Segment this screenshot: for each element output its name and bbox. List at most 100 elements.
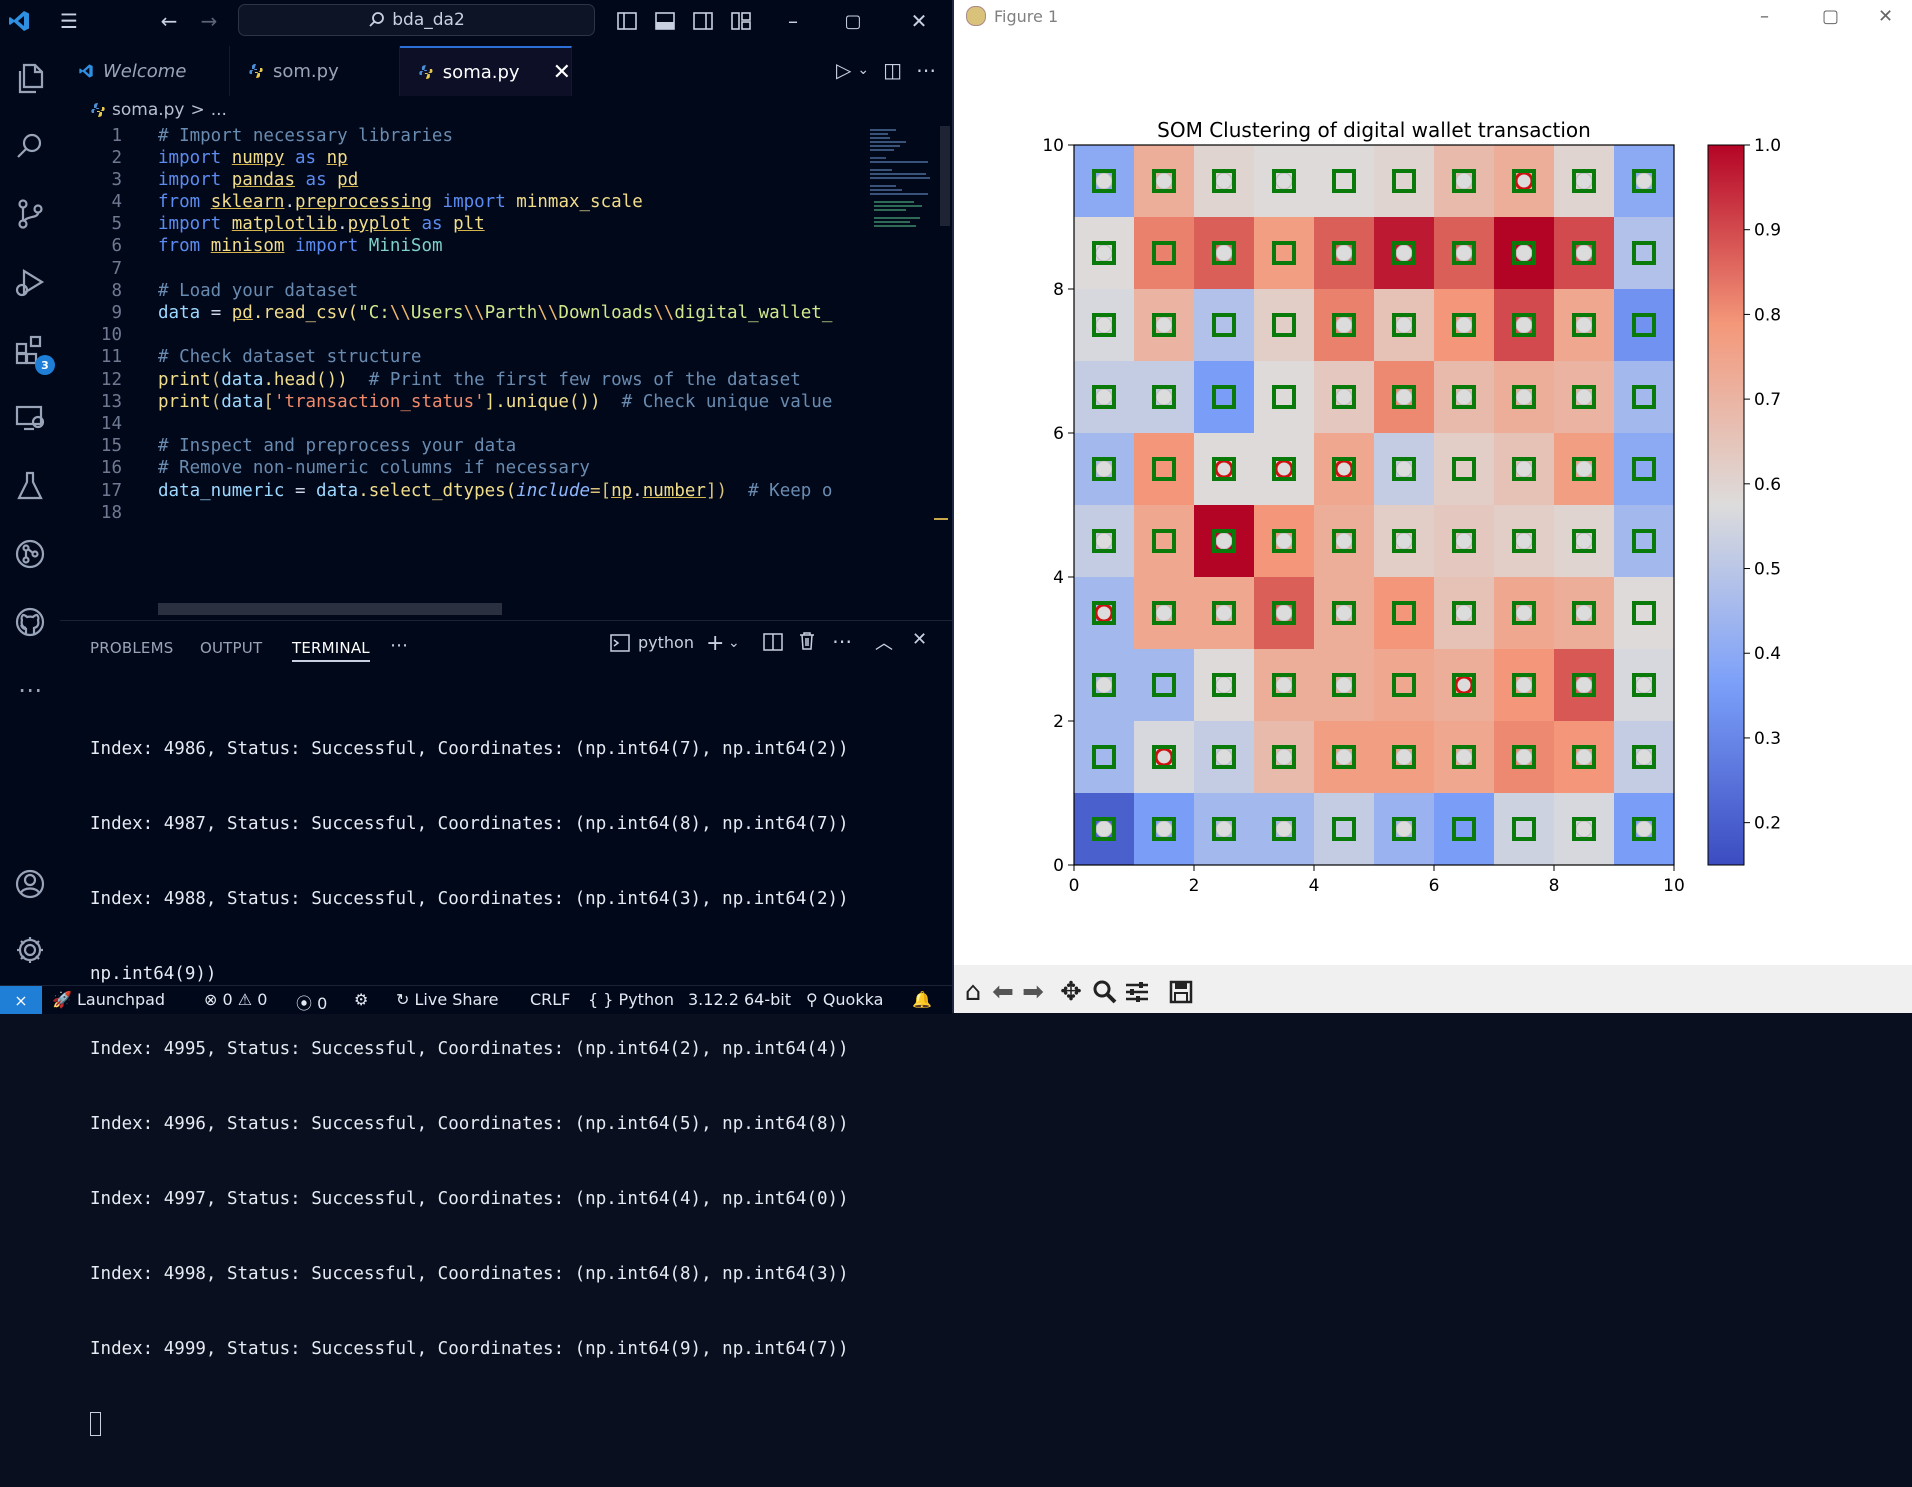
python-file-icon bbox=[91, 103, 105, 117]
more-actions-icon[interactable]: ⋯ bbox=[916, 58, 936, 82]
toggle-secondary-sidebar-icon[interactable] bbox=[690, 8, 716, 34]
run-file-icon[interactable]: ▷ bbox=[836, 58, 851, 82]
failed-marker bbox=[1335, 244, 1353, 262]
explorer-icon[interactable] bbox=[8, 56, 52, 100]
command-center-search[interactable]: bda_da2 bbox=[238, 4, 595, 36]
heatmap-cell bbox=[1374, 577, 1435, 650]
interpreter-item[interactable]: 3.12.2 64-bit bbox=[688, 990, 791, 1009]
failed-marker bbox=[1215, 676, 1233, 694]
menu-icon[interactable]: ☰ bbox=[56, 8, 82, 34]
terminal-icon bbox=[610, 633, 630, 652]
toggle-primary-sidebar-icon[interactable] bbox=[614, 8, 640, 34]
code-line: print(data.head()) # Print the first few… bbox=[158, 370, 801, 390]
notifications-bell-icon[interactable]: 🔔 bbox=[912, 990, 932, 1009]
trash-icon[interactable] bbox=[798, 631, 816, 655]
tab-welcome[interactable]: Welcome bbox=[60, 46, 230, 96]
close-window-icon[interactable]: ✕ bbox=[906, 8, 932, 34]
terminal-output[interactable]: Index: 4986, Status: Successful, Coordin… bbox=[90, 687, 849, 1487]
settings-gear-icon[interactable] bbox=[8, 928, 52, 972]
forward-icon[interactable]: ➡ bbox=[1018, 977, 1048, 1007]
search-icon bbox=[369, 12, 385, 27]
gitlens-icon[interactable] bbox=[8, 532, 52, 576]
terminal-line: Index: 4998, Status: Successful, Coordin… bbox=[90, 1264, 849, 1284]
run-debug-icon[interactable] bbox=[8, 260, 52, 304]
vertical-scrollbar[interactable] bbox=[940, 126, 950, 226]
terminal-line: Index: 4995, Status: Successful, Coordin… bbox=[90, 1039, 849, 1059]
remote-indicator-icon[interactable]: ⨯ bbox=[0, 986, 42, 1014]
testing-icon[interactable] bbox=[8, 464, 52, 508]
close-panel-icon[interactable]: ✕ bbox=[912, 629, 927, 650]
back-icon[interactable]: ⬅ bbox=[988, 977, 1018, 1007]
tab-terminal[interactable]: TERMINAL bbox=[292, 639, 370, 662]
line-number: 14 bbox=[100, 414, 122, 434]
source-control-icon[interactable] bbox=[8, 192, 52, 236]
code-line: # Load your dataset bbox=[158, 281, 359, 301]
code-editor[interactable]: 1 2 3 4 5 6 7 8 9 10 11 12 13 14 15 16 1… bbox=[60, 126, 860, 616]
debug-status-icon[interactable]: ⚙ bbox=[354, 990, 368, 1009]
maximize-panel-icon[interactable]: ︿ bbox=[875, 629, 893, 655]
zoom-icon[interactable] bbox=[1090, 977, 1120, 1007]
quokka-item[interactable]: ⚲ Quokka bbox=[806, 990, 883, 1009]
terminal-shell-selector[interactable]: python bbox=[610, 633, 694, 652]
failed-marker bbox=[1455, 316, 1473, 334]
maximize-icon[interactable]: ▢ bbox=[840, 8, 866, 34]
horizontal-scrollbar[interactable] bbox=[158, 603, 502, 615]
customize-layout-icon[interactable] bbox=[728, 8, 754, 34]
line-number: 10 bbox=[100, 325, 122, 345]
failed-marker bbox=[1095, 460, 1113, 478]
liveshare-item[interactable]: ↻ Live Share bbox=[396, 990, 498, 1009]
editor-actions: ▷ ⌄ ◫ ⋯ bbox=[836, 58, 936, 82]
terminal-more-icon[interactable]: ⋯ bbox=[832, 629, 852, 653]
failed-marker bbox=[1155, 604, 1173, 622]
tab-output[interactable]: OUTPUT bbox=[200, 639, 262, 657]
breadcrumb-file[interactable]: soma.py bbox=[112, 100, 185, 120]
terminal-line: np.int64(9)) bbox=[90, 964, 217, 984]
extensions-icon[interactable]: 3 bbox=[8, 328, 55, 375]
minimap[interactable] bbox=[866, 126, 936, 266]
breadcrumb-symbol[interactable]: ... bbox=[211, 100, 227, 120]
configure-subplots-icon[interactable] bbox=[1122, 977, 1152, 1007]
shell-label: python bbox=[638, 633, 694, 652]
home-icon[interactable]: ⌂ bbox=[958, 977, 988, 1007]
pan-icon[interactable]: ✥ bbox=[1056, 977, 1086, 1007]
save-icon[interactable] bbox=[1166, 977, 1196, 1007]
panel-more-icon[interactable]: ⋯ bbox=[390, 635, 408, 656]
failed-marker bbox=[1575, 748, 1593, 766]
failed-marker bbox=[1334, 459, 1354, 479]
github-icon[interactable] bbox=[8, 600, 52, 644]
eol-item[interactable]: CRLF bbox=[530, 990, 570, 1009]
chevron-down-icon[interactable]: ⌄ bbox=[857, 62, 869, 82]
failed-marker bbox=[1215, 172, 1233, 190]
failed-marker bbox=[1335, 748, 1353, 766]
terminal-line: Index: 4986, Status: Successful, Coordin… bbox=[90, 739, 849, 759]
ports-item[interactable]: ⦿ 0 bbox=[296, 990, 327, 1014]
tab-problems[interactable]: PROBLEMS bbox=[90, 639, 173, 657]
search-sidebar-icon[interactable] bbox=[8, 124, 52, 168]
line-number: 4 bbox=[111, 192, 122, 212]
problems-item[interactable]: ⊗ 0 ⚠ 0 bbox=[204, 990, 267, 1009]
more-views-icon[interactable]: ⋯ bbox=[8, 668, 52, 712]
close-tab-icon[interactable]: ✕ bbox=[553, 60, 571, 85]
remote-explorer-icon[interactable] bbox=[8, 396, 52, 440]
terminal-line: Index: 4999, Status: Successful, Coordin… bbox=[90, 1339, 849, 1359]
minimize-icon[interactable]: – bbox=[780, 8, 806, 34]
language-item[interactable]: { } Python bbox=[588, 990, 674, 1009]
failed-marker bbox=[1455, 172, 1473, 190]
back-arrow-icon[interactable]: ← bbox=[156, 8, 182, 34]
failed-marker bbox=[1215, 820, 1233, 838]
forward-arrow-icon[interactable]: → bbox=[196, 8, 222, 34]
tab-som-py[interactable]: som.py bbox=[230, 46, 400, 96]
line-number: 16 bbox=[100, 458, 122, 478]
new-terminal-icon[interactable]: + bbox=[706, 631, 724, 656]
tab-label: som.py bbox=[273, 60, 339, 82]
failed-marker bbox=[1395, 388, 1413, 406]
launchpad-item[interactable]: 🚀 Launchpad bbox=[52, 990, 165, 1009]
chevron-down-icon[interactable]: ⌄ bbox=[728, 635, 740, 651]
failed-marker bbox=[1515, 532, 1533, 550]
accounts-icon[interactable] bbox=[8, 862, 52, 906]
heatmap-cell bbox=[1134, 433, 1195, 506]
split-editor-icon[interactable]: ◫ bbox=[883, 58, 902, 82]
split-terminal-icon[interactable] bbox=[763, 633, 783, 655]
toggle-panel-icon[interactable] bbox=[652, 8, 678, 34]
tab-soma-py[interactable]: soma.py ✕ bbox=[400, 46, 572, 96]
